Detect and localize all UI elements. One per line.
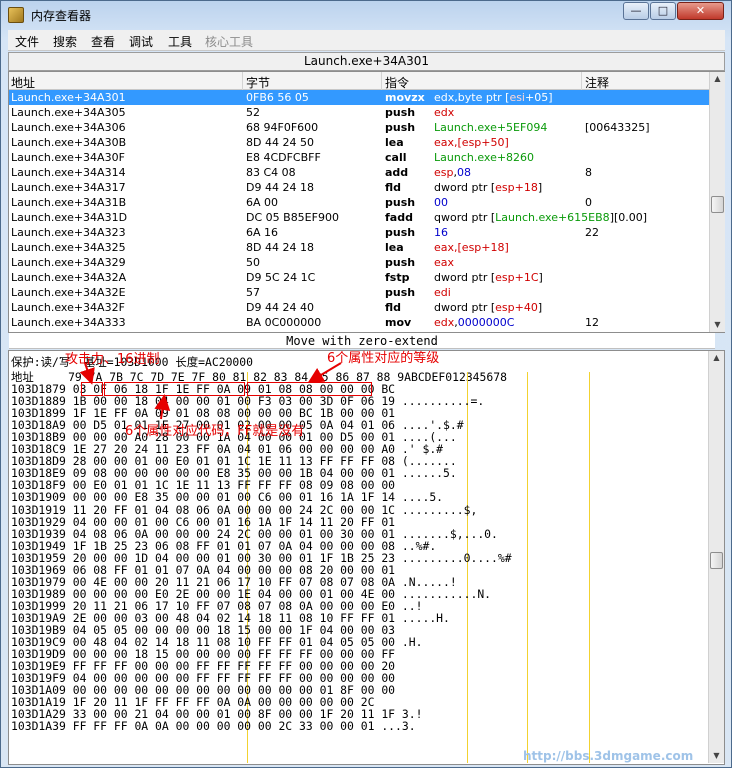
annotation-arrows [79,362,342,420]
watermark: http://bbs.3dmgame.com [523,749,694,763]
memory-viewer-window: 内存查看器 — □ ✕ 文件 搜索 查看 调试 工具 核心工具 Launch.e… [0,0,732,768]
